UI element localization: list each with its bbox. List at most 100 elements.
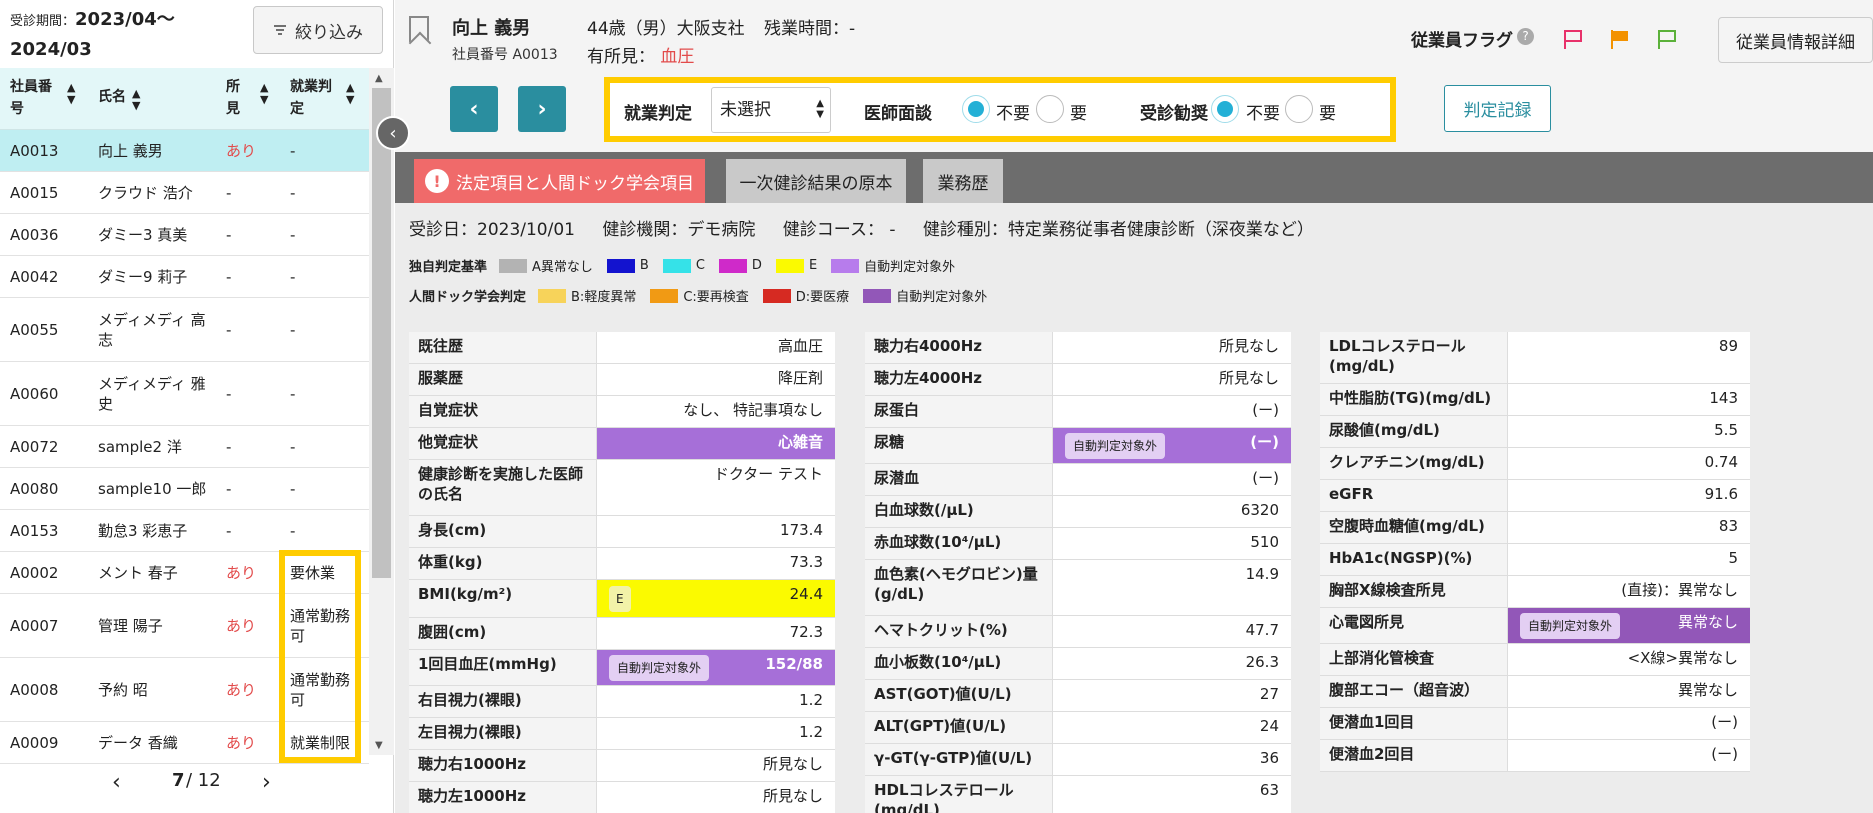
bookmark-icon[interactable] (409, 16, 429, 42)
result-value-cell: 0.74 (1508, 448, 1750, 479)
result-row: 既往歴 高血圧 (409, 332, 835, 364)
result-value: (ー) (1250, 433, 1279, 451)
finding-cell: あり (226, 563, 257, 582)
employee-name-cell: ダミー9 莉子 (98, 267, 188, 286)
result-label: 腹囲(cm) (409, 618, 597, 649)
result-label: 聴力右1000Hz (409, 750, 597, 781)
result-row: ヘマトクリット(%) 47.7 (865, 616, 1291, 648)
result-value: 心雑音 (777, 433, 823, 451)
exam-results: 受診日：2023/10/01 健診機関：デモ病院 健診コース： - 健診種別：特… (395, 203, 1873, 813)
result-label: 1回目血圧(mmHg) (409, 650, 597, 685)
judge-cell: - (290, 479, 296, 498)
table-row[interactable]: A0055 メディメディ 高志 - - (0, 298, 369, 362)
result-value: 5 (1728, 549, 1738, 567)
sort-judge-icon[interactable]: ▲ ▼ (346, 82, 354, 106)
filter-button[interactable]: 絞り込み (253, 6, 383, 54)
result-row: 1回目血圧(mmHg) 自動判定対象外 152/88 (409, 650, 835, 686)
filter-label: 絞り込み (295, 22, 363, 43)
flag-green-icon[interactable] (1656, 28, 1678, 50)
judge-select[interactable]: 未選択 ▲ ▼ (711, 87, 831, 133)
flag-orange-icon[interactable] (1609, 28, 1631, 50)
table-row[interactable]: A0042 ダミー9 莉子 - - (0, 256, 369, 298)
employee-name: 向上 義男 (452, 18, 531, 39)
result-value-cell: 5 (1508, 544, 1750, 575)
result-value: 510 (1250, 533, 1279, 551)
result-value: 14.9 (1245, 565, 1279, 583)
employee-id: A0015 (10, 183, 59, 202)
collapse-pane-icon[interactable]: ‹ (376, 116, 410, 150)
table-row[interactable]: A0080 sample10 一郎 - - (0, 468, 369, 510)
tab-work-history[interactable]: 業務歴 (923, 159, 1003, 203)
judgement-record-button[interactable]: 判定記録 (1444, 85, 1551, 132)
employee-name-cell: メント 春子 (98, 563, 178, 582)
result-label: ヘマトクリット(%) (865, 616, 1053, 647)
result-value: 143 (1709, 389, 1738, 407)
sort-employee-no-icon[interactable]: ▲ ▼ (67, 82, 75, 106)
employee-id: A0002 (10, 563, 59, 582)
legend-swatch (650, 288, 679, 303)
table-row[interactable]: A0015 クラウド 浩介 - - (0, 172, 369, 214)
table-row[interactable]: A0036 ダミー3 真美 - - (0, 214, 369, 256)
result-value-cell: 47.7 (1053, 616, 1291, 647)
legend-swatch (718, 258, 747, 273)
result-value-cell: 自動判定対象外 152/88 (597, 650, 835, 685)
tab-original-results[interactable]: 一次健診結果の原本 (726, 159, 906, 203)
finding-cell: あり (226, 616, 257, 635)
col-judge[interactable]: 就業判定 (290, 76, 335, 120)
result-value: 24 (1259, 717, 1279, 735)
tab-bar: ! 法定項目と人間ドック学会項目 一次健診結果の原本 業務歴 (395, 152, 1873, 203)
result-value: (ー) (1252, 401, 1279, 419)
result-row: 便潜血2回目 (ー) (1320, 740, 1750, 772)
scroll-down-icon[interactable]: ▼ (375, 740, 383, 751)
exam-no-radio[interactable] (1211, 95, 1239, 123)
result-row: 上部消化管検査 <X線>異常なし (1320, 644, 1750, 676)
col-employee-no[interactable]: 社員番号 (10, 76, 60, 120)
col-name[interactable]: 氏名 (98, 86, 126, 108)
employee-finding: 有所見： 血圧 (587, 42, 694, 67)
help-icon[interactable]: ? (1517, 28, 1534, 45)
exam-yes-label: 要 (1319, 104, 1336, 124)
next-page-icon[interactable]: › (262, 770, 271, 795)
table-row[interactable]: A0153 勤怠3 彩恵子 - - (0, 510, 369, 552)
table-row[interactable]: A0060 メディメディ 雅史 - - (0, 362, 369, 426)
result-value-cell: 1.2 (597, 718, 835, 749)
result-row: 中性脂肪(TG)(mg/dL) 143 (1320, 384, 1750, 416)
exam-yes-radio[interactable] (1285, 95, 1313, 123)
result-value-cell: 510 (1053, 528, 1291, 559)
result-value-cell: 73.3 (597, 548, 835, 579)
table-row[interactable]: A0013 向上 義男 あり - (0, 130, 369, 172)
interview-yes-radio[interactable] (1036, 95, 1064, 123)
employee-detail-button[interactable]: 従業員情報詳細 (1718, 17, 1873, 63)
result-value: 1.2 (799, 723, 823, 741)
scroll-thumb[interactable] (372, 88, 391, 578)
result-value-cell: 36 (1053, 744, 1291, 775)
result-value-cell: 14.9 (1053, 560, 1291, 615)
result-label: 服薬歴 (409, 364, 597, 395)
next-employee-button[interactable]: › (518, 86, 566, 132)
sort-name-icon[interactable]: ▲ ▼ (132, 88, 140, 112)
interview-no-radio[interactable] (962, 95, 990, 123)
result-value: ドクター テスト (713, 465, 823, 483)
result-row: 尿蛋白 (ー) (865, 396, 1291, 428)
legend-item: B:軽度異常 (538, 286, 636, 305)
result-value-cell: 89 (1508, 332, 1750, 383)
employee-id: A0060 (10, 384, 59, 403)
pager: ‹ 7 / 12 › (0, 764, 369, 804)
result-row: 聴力右1000Hz 所見なし (409, 750, 835, 782)
filter-icon (274, 25, 286, 35)
prev-employee-button[interactable]: ‹ (450, 86, 498, 132)
result-label: クレアチニン(mg/dL) (1320, 448, 1508, 479)
result-row: 左目視力(裸眼) 1.2 (409, 718, 835, 750)
col-finding[interactable]: 所見 (226, 76, 246, 120)
list-scrollbar[interactable]: ▲ ▼ (369, 68, 394, 755)
prev-page-icon[interactable]: ‹ (112, 770, 121, 795)
result-label: 白血球数(/μL) (865, 496, 1053, 527)
exam-course: 健診コース： - (782, 220, 896, 240)
sort-finding-icon[interactable]: ▲ ▼ (260, 82, 268, 106)
scroll-up-icon[interactable]: ▲ (375, 73, 383, 84)
flag-red-icon[interactable] (1562, 28, 1584, 50)
table-row[interactable]: A0072 sample2 洋 - - (0, 426, 369, 468)
tab-legal-items[interactable]: ! 法定項目と人間ドック学会項目 (414, 159, 705, 203)
legend-label: 自動判定対象外 (896, 290, 988, 305)
judge-cell: - (290, 225, 296, 244)
